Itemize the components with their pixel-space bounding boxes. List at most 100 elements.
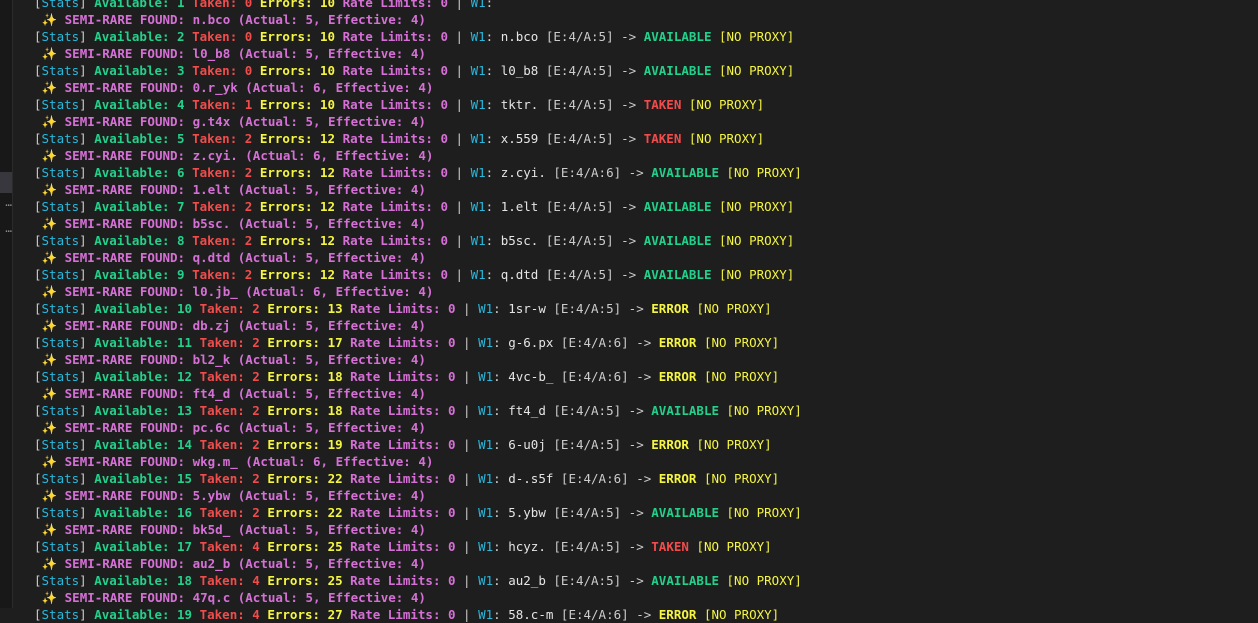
username: hcyz. xyxy=(508,539,546,554)
username: b5sc. xyxy=(500,233,539,248)
errors-count: Errors: 10 xyxy=(259,63,336,78)
taken-count: Taken: 2 xyxy=(199,471,260,486)
proxy-tag: [NO PROXY] xyxy=(696,301,772,316)
username: au2_b xyxy=(508,573,546,588)
semi-rare-line: ✨ SEMI-RARE FOUND: z.cyi. (Actual: 6, Ef… xyxy=(34,147,1258,164)
terminal-output[interactable]: [Stats] Available: 1 Taken: 0 Errors: 10… xyxy=(34,0,1258,623)
rate-limits-count: Rate Limits: 0 xyxy=(350,505,456,520)
separator: | xyxy=(455,267,464,282)
taken-count: Taken: 2 xyxy=(192,199,253,214)
arrow: -> xyxy=(636,335,652,350)
semi-rare-label: SEMI-RARE FOUND: xyxy=(64,216,186,231)
errors-count: Errors: 22 xyxy=(267,471,343,486)
worker-id: W1 xyxy=(470,0,486,10)
taken-count: Taken: 2 xyxy=(199,403,260,418)
semi-rare-line: ✨ SEMI-RARE FOUND: wkg.m_ (Actual: 6, Ef… xyxy=(34,453,1258,470)
colon: : xyxy=(493,335,509,350)
taken-count: Taken: 4 xyxy=(199,607,260,622)
semi-rare-line: ✨ SEMI-RARE FOUND: q.dtd (Actual: 5, Eff… xyxy=(34,249,1258,266)
sparkle-icon: ✨ xyxy=(41,80,58,95)
status-taken: TAKEN xyxy=(643,97,682,112)
separator: | xyxy=(463,403,471,418)
stats-tag: Stats xyxy=(41,97,80,112)
bracket: [ xyxy=(34,63,42,78)
stats-tag: Stats xyxy=(41,301,80,316)
errors-count: Errors: 18 xyxy=(267,403,343,418)
available-count: Available: 2 xyxy=(94,29,185,44)
worker-id: W1 xyxy=(470,29,486,44)
taken-count: Taken: 2 xyxy=(192,131,253,146)
bracket: ] xyxy=(79,267,95,282)
editor-gutter: … … xyxy=(0,0,12,608)
sparkle-icon: ✨ xyxy=(41,454,58,469)
semi-rare-label: SEMI-RARE FOUND: xyxy=(64,522,186,537)
semi-rare-line: ✨ SEMI-RARE FOUND: l0.jb_ (Actual: 6, Ef… xyxy=(34,283,1258,300)
semi-rare-label: SEMI-RARE FOUND: xyxy=(64,114,186,129)
arrow: -> xyxy=(628,573,644,588)
worker-id: W1 xyxy=(478,369,494,384)
semi-rare-label: SEMI-RARE FOUND: xyxy=(64,488,186,503)
separator: | xyxy=(455,199,464,214)
taken-count: Taken: 1 xyxy=(192,97,253,112)
stats-line: [Stats] Available: 5 Taken: 2 Errors: 12… xyxy=(34,130,1258,147)
status-error: ERROR xyxy=(658,607,697,622)
semi-rare-line: ✨ SEMI-RARE FOUND: au2_b (Actual: 5, Eff… xyxy=(34,555,1258,572)
semi-rare-line: ✨ SEMI-RARE FOUND: 1.elt (Actual: 5, Eff… xyxy=(34,181,1258,198)
stats-tag: Stats xyxy=(41,437,80,452)
bracket: ] xyxy=(79,369,95,384)
sparkle-icon: ✨ xyxy=(41,216,58,231)
available-count: Available: 12 xyxy=(94,369,193,384)
effective-actual: [E:4/A:5] xyxy=(553,539,622,554)
separator: | xyxy=(463,437,471,452)
stats-tag: Stats xyxy=(41,403,80,418)
semi-rare-label: SEMI-RARE FOUND: xyxy=(64,556,186,571)
taken-count: Taken: 2 xyxy=(192,267,253,282)
worker-id: W1 xyxy=(478,471,494,486)
effective-actual: [E:4/A:6] xyxy=(553,165,622,180)
effective-actual: [E:4/A:5] xyxy=(553,301,622,316)
semi-rare-detail: 5.ybw (Actual: 5, Effective: 4) xyxy=(192,488,426,503)
effective-actual: [E:4/A:6] xyxy=(560,471,629,486)
stats-tag: Stats xyxy=(41,131,80,146)
semi-rare-line: ✨ SEMI-RARE FOUND: g.t4x (Actual: 5, Eff… xyxy=(34,113,1258,130)
effective-actual: [E:4/A:5] xyxy=(545,131,614,146)
semi-rare-detail: z.cyi. (Actual: 6, Effective: 4) xyxy=(192,148,434,163)
arrow: -> xyxy=(636,369,652,384)
proxy-tag: [NO PROXY] xyxy=(726,165,802,180)
semi-rare-detail: n.bco (Actual: 5, Effective: 4) xyxy=(192,12,426,27)
sparkle-icon: ✨ xyxy=(41,420,58,435)
bracket: [ xyxy=(34,267,42,282)
effective-actual: [E:4/A:5] xyxy=(553,505,622,520)
separator: | xyxy=(463,539,471,554)
errors-count: Errors: 22 xyxy=(267,505,343,520)
stats-line: [Stats] Available: 8 Taken: 2 Errors: 12… xyxy=(34,232,1258,249)
gutter-divider xyxy=(12,0,13,608)
semi-rare-detail: 47q.c (Actual: 5, Effective: 4) xyxy=(192,590,426,605)
errors-count: Errors: 12 xyxy=(259,131,336,146)
worker-id: W1 xyxy=(478,539,494,554)
available-count: Available: 15 xyxy=(94,471,193,486)
colon: : xyxy=(493,539,509,554)
effective-actual: [E:4/A:5] xyxy=(545,233,614,248)
available-count: Available: 19 xyxy=(94,607,193,622)
semi-rare-detail: b5sc. (Actual: 5, Effective: 4) xyxy=(192,216,426,231)
proxy-tag: [NO PROXY] xyxy=(703,607,780,622)
sparkle-icon: ✨ xyxy=(41,148,58,163)
worker-id: W1 xyxy=(478,335,494,350)
rate-limits-count: Rate Limits: 0 xyxy=(350,573,456,588)
status-available: AVAILABLE xyxy=(643,233,712,248)
rate-limits-count: Rate Limits: 0 xyxy=(342,0,448,10)
bracket: [ xyxy=(34,0,42,10)
worker-id: W1 xyxy=(478,437,494,452)
bracket: ] xyxy=(79,437,95,452)
separator: | xyxy=(455,63,464,78)
status-taken: TAKEN xyxy=(651,539,689,554)
rate-limits-count: Rate Limits: 0 xyxy=(342,233,448,248)
bracket: [ xyxy=(34,199,42,214)
bracket: [ xyxy=(34,165,42,180)
colon: : xyxy=(485,0,501,10)
semi-rare-label: SEMI-RARE FOUND: xyxy=(64,420,186,435)
status-available: AVAILABLE xyxy=(643,63,712,78)
proxy-tag: [NO PROXY] xyxy=(726,403,802,418)
bracket: [ xyxy=(34,97,42,112)
